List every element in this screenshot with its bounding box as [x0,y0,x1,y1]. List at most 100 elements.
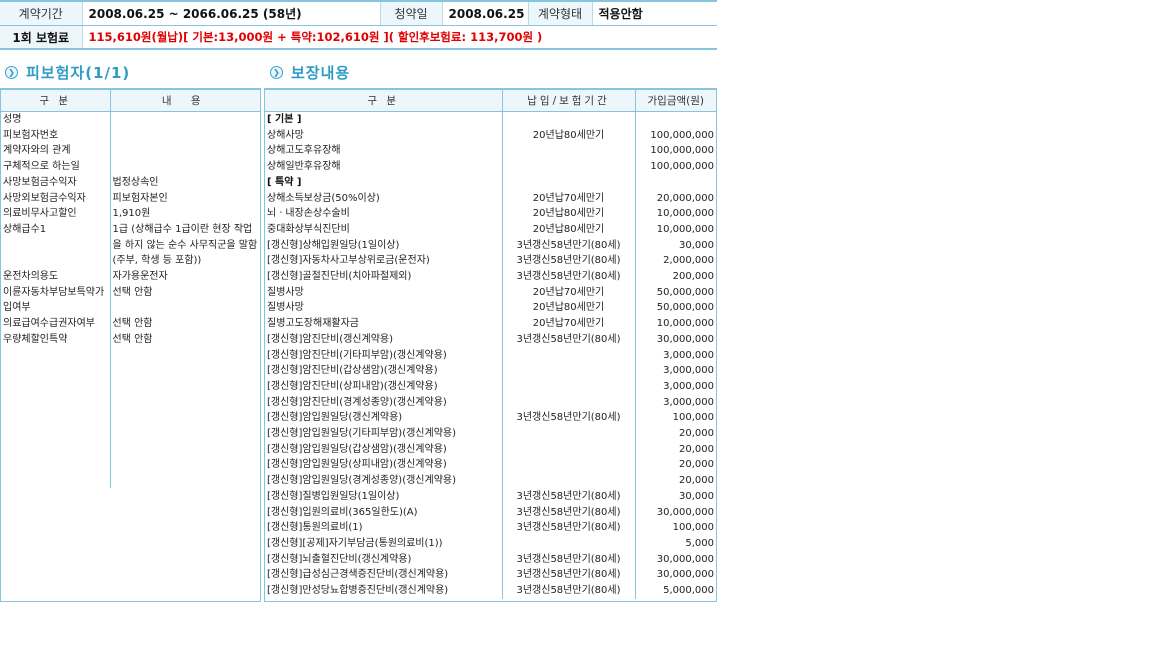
coverage-period: 3년갱신58년만기(80세) [502,504,636,521]
table-row: 피보험자번호 [1,127,260,144]
coverage-amount: 10,000,000 [656,223,714,235]
coverage-amount: 100,000 [672,412,714,424]
insured-row-label: 계약자와의 관계 [1,143,111,160]
coverage-col-amount: 가입금액(원) [635,90,716,112]
table-row: [갱신형]골절진단비(치아파절제외) 3년갱신58년만기(80세) 200,000 [265,269,716,285]
coverage-period: 20년납80세만기 [502,300,636,317]
coverage-period [502,535,636,552]
table-filler [1,347,260,488]
coverage-name: 중대화상부식진단비 [265,221,503,238]
coverage-name: [갱신형]암진단비(경계성종양)(갱신계약용) [265,394,503,411]
coverage-name: [갱신형]암진단비(기타피부암)(갱신계약용) [265,347,503,364]
coverage-name: [갱신형]입원의료비(365일한도)(A) [265,504,503,521]
table-row: 질병고도장해재활자금 20년납70세만기 10,000,000 [265,316,716,332]
coverage-section-header: ❯ 보장내용 [270,61,350,83]
table-row: 상해일반후유장해 100,000,000 [265,159,716,175]
table-row: 사망외보험금수익자 피보험자본인 [1,190,260,207]
table-row: [갱신형]입원의료비(365일한도)(A) 3년갱신58년만기(80세) 30,00… [265,504,716,521]
coverage-amount: 2,000,000 [663,255,714,267]
coverage-period: 20년납80세만기 [502,221,636,238]
coverage-name: [갱신형]상해입원일당(1일이상) [265,237,503,254]
coverage-name: 뇌ㆍ내장손상수술비 [265,206,503,222]
coverage-name: 질병사망 [265,300,503,317]
coverage-period: 3년갱신58년만기(80세) [502,520,636,536]
insured-row-value: 피보험자본인 [112,192,168,204]
table-row: 질병사망 20년납70세만기 50,000,000 [265,284,716,301]
coverage-amount: 50,000,000 [656,302,714,314]
table-row: 운전차의용도 자가용운전자 [1,269,260,285]
coverage-name: 상해사망 [265,127,503,144]
coverage-period: 20년납80세만기 [502,127,636,144]
table-row: [갱신형]암입원일당(갑상샘암)(갱신계약용) 20,000 [265,441,716,458]
insured-row-label: 상해급수1 [1,221,111,270]
contract-type-label: 계약형태 [528,0,593,26]
coverage-period: 3년갱신58년만기(80세) [502,583,636,599]
coverage-name: [갱신형]급성심근경색증진단비(갱신계약용) [265,567,503,584]
insured-row-label: 의료비무사고할인 [1,206,111,222]
coverage-period: 3년갱신58년만기(80세) [502,551,636,568]
insured-row-label: 의료급여수급권자여부 [1,316,111,332]
insured-row-label: 사망외보험금수익자 [1,190,111,207]
coverage-name: [갱신형]만성당뇨합병증진단비(갱신계약용) [265,583,503,599]
coverage-table: 구 분 납입/보험기간 가입금액(원) [ 기본 ] 상해사망 20년납80세만기 1… [264,88,717,602]
coverage-name: [갱신형]뇌출혈진단비(갱신계약용) [265,551,503,568]
coverage-period [502,457,636,474]
filler-cell [1,347,111,488]
table-row: [갱신형]뇌출혈진단비(갱신계약용) 3년갱신58년만기(80세) 30,000,0… [265,551,716,568]
coverage-name: [갱신형][공제]자기부담금(통원의료비(1)) [265,535,503,552]
insured-row-value [110,112,260,128]
insured-row-label: 사망보험금수익자 [1,174,111,191]
coverage-amount: 30,000,000 [656,333,714,345]
coverage-period [502,426,636,442]
coverage-amount [635,112,716,128]
coverage-name: 상해고도후유장해 [265,143,503,160]
table-row: [갱신형]상해입원일당(1일이상) 3년갱신58년만기(80세) 30,000 [265,237,716,254]
table-row: 구체적으로 하는일 [1,159,260,175]
coverage-period [502,159,636,175]
insured-col-content: 내 용 [110,90,260,112]
table-row: [갱신형]자동차사고부상위로금(운전자) 3년갱신58년만기(80세) 2,000,… [265,253,716,270]
coverage-amount [635,175,716,191]
table-row: 성명 [1,111,260,128]
table-row: 상해고도후유장해 100,000,000 [265,143,716,160]
table-row: 사망보험금수익자 법정상속인 [1,174,260,191]
insured-col-category: 구 분 [1,90,111,112]
insured-row-value: 법정상속인 [112,176,159,188]
premium-value: 115,610원(월납)[ 기본:13,000원 + 특약:102,610원 ]… [82,25,717,50]
insured-row-label: 피보험자번호 [1,127,111,144]
insured-table: 구 분 내 용 성명 피보험자번호 계약자와의 관계 구체적으로 하는일 사망보험금수익… [0,88,261,602]
coverage-period: 3년갱신58년만기(80세) [502,253,636,270]
table-row: 의료급여수급권자여부 선택 안함 [1,316,260,332]
table-row: 중대화상부식진단비 20년납80세만기 10,000,000 [265,221,716,238]
coverage-name: [갱신형]암진단비(갑상샘암)(갱신계약용) [265,363,503,379]
coverage-amount: 3,000,000 [663,396,714,408]
insured-row-value: 1,910원 [112,208,151,220]
coverage-period: 3년갱신58년만기(80세) [502,237,636,254]
table-row: 이륜자동차부담보특약가입여부 선택 안함 [1,284,260,317]
coverage-amount: 50,000,000 [656,286,714,298]
coverage-amount: 20,000 [679,475,714,487]
table-row: 계약자와의 관계 [1,143,260,160]
contract-type-value: 적용안함 [592,0,717,26]
coverage-period [502,378,636,395]
table-row: 뇌ㆍ내장손상수술비 20년납80세만기 10,000,000 [265,206,716,222]
coverage-name: [ 특약 ] [265,174,503,191]
coverage-period: 20년납70세만기 [502,190,636,207]
coverage-amount: 3,000,000 [663,365,714,377]
coverage-amount: 30,000,000 [656,553,714,565]
table-row: [갱신형]암진단비(갱신계약용) 3년갱신58년만기(80세) 30,000,000 [265,331,716,348]
insured-row-value: 선택 안함 [112,318,153,330]
coverage-col-period: 납입/보험기간 [502,90,636,112]
circle-arrow-icon: ❯ [5,65,18,79]
coverage-amount: 100,000 [672,522,714,534]
coverage-period: 20년납80세만기 [502,206,636,222]
contract-period-label: 계약기간 [0,0,83,26]
premium-label: 1회 보험료 [0,25,83,50]
insured-section-title: 피보험자(1/1) [26,63,131,82]
coverage-amount: 30,000 [679,239,714,251]
coverage-amount: 5,000 [685,537,714,549]
coverage-period: 20년납70세만기 [502,284,636,301]
coverage-amount: 100,000,000 [650,129,714,141]
coverage-period [502,111,636,128]
coverage-amount: 20,000 [679,459,714,471]
